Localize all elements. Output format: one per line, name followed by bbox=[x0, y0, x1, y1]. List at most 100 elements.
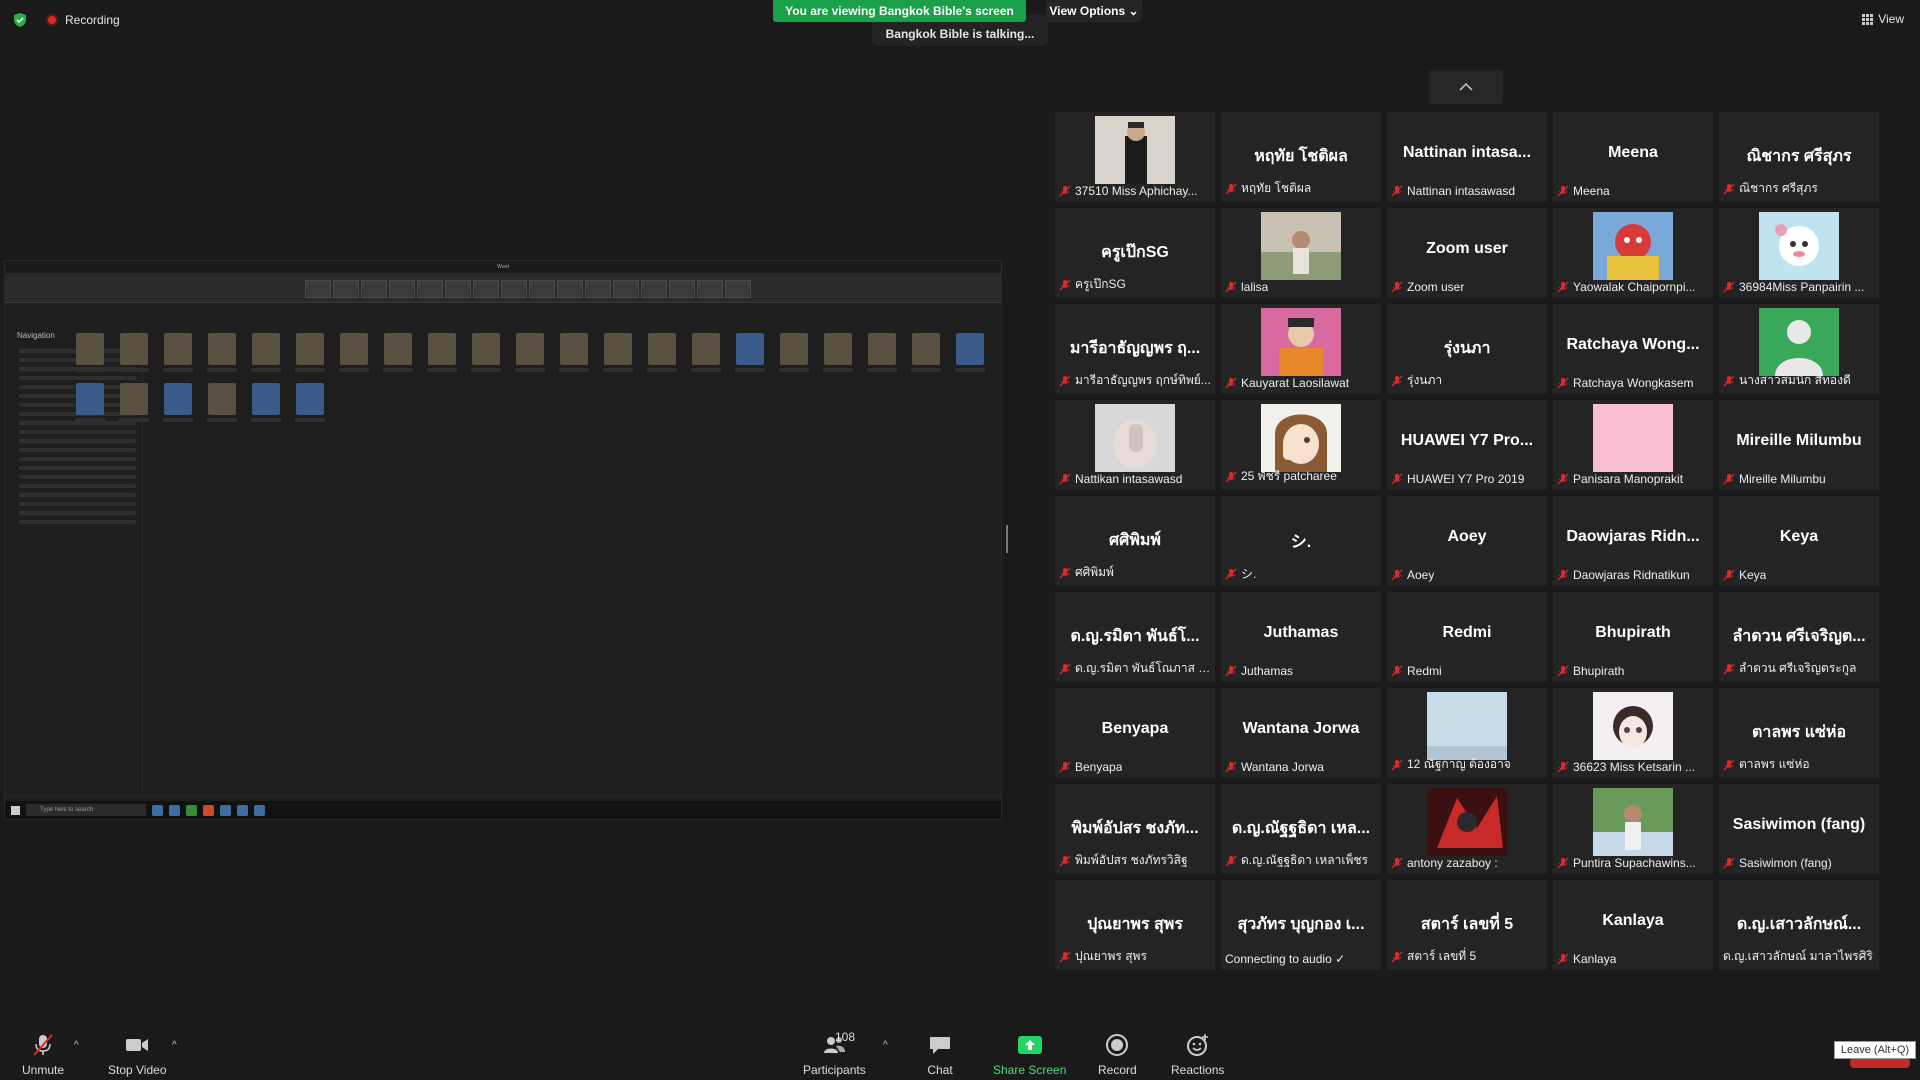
microphone-muted-icon bbox=[1059, 663, 1071, 674]
participant-name: Puntira Supachawins... bbox=[1573, 856, 1696, 870]
participant-tile[interactable]: ปุณยาพร สุพร ปุณยาพร สุพร bbox=[1055, 880, 1215, 970]
participant-tile[interactable]: 37510 Miss Aphichay... bbox=[1055, 112, 1215, 202]
participant-name: พิมพ์อัปสร ชงภัทรวิสิฐ bbox=[1075, 853, 1188, 867]
microphone-muted-icon bbox=[1723, 473, 1735, 485]
participant-tile[interactable]: ครูเป๊กSG ครูเป๊กSG bbox=[1055, 208, 1215, 298]
participant-name-bar: ครูเป๊กSG bbox=[1059, 275, 1211, 294]
participant-tile[interactable]: Aoey Aoey bbox=[1387, 496, 1547, 586]
participant-name: ศศิพิมพ์ bbox=[1075, 565, 1114, 579]
participant-name-bar: รุ่งนภา bbox=[1391, 371, 1543, 390]
participant-tile[interactable]: นางสาวสมนึก สีทองดี bbox=[1719, 304, 1879, 394]
participant-name: ณิชากร ศรีสุภร bbox=[1739, 181, 1818, 195]
participant-tile[interactable]: Juthamas Juthamas bbox=[1221, 592, 1381, 682]
participant-tile[interactable]: ตาลพร แซ่ห่อ ตาลพร แซ่ห่อ bbox=[1719, 688, 1879, 778]
chevron-up-icon[interactable]: ^ bbox=[172, 1040, 177, 1051]
participant-tile[interactable]: พิมพ์อัปสร ชงภัท... พิมพ์อัปสร ชงภัทรวิสิ… bbox=[1055, 784, 1215, 874]
view-button[interactable]: View bbox=[1862, 12, 1904, 26]
participant-name: ด.ญ.เสาวลักษณ์ มาลาไพรศิริ bbox=[1723, 949, 1873, 963]
participant-tile[interactable]: Panisara Manoprakit bbox=[1553, 400, 1713, 490]
shield-icon[interactable] bbox=[12, 12, 28, 28]
participant-name-bar: antony zazaboy : bbox=[1391, 856, 1543, 870]
participant-name: 25 พัชรี patcharee bbox=[1241, 469, 1337, 483]
chevron-up-icon[interactable]: ^ bbox=[74, 1040, 79, 1051]
shared-screen[interactable]: Word Navigation Type here to search bbox=[4, 260, 1002, 820]
participant-name: 36984Miss Panpairin ... bbox=[1739, 280, 1865, 294]
microphone-muted-icon bbox=[1225, 281, 1237, 293]
participant-tile[interactable]: 25 พัชรี patcharee bbox=[1221, 400, 1381, 490]
chevron-up-icon[interactable]: ^ bbox=[883, 1040, 888, 1051]
participant-tile[interactable]: สุวภัทร บุญกอง เ... Connecting to audio ✓ bbox=[1221, 880, 1381, 970]
leave-tooltip: Leave (Alt+Q) bbox=[1834, 1041, 1916, 1059]
reactions-button[interactable]: Reactions bbox=[1171, 1032, 1224, 1077]
participant-tile[interactable]: Daowjaras Ridn... Daowjaras Ridnatikun bbox=[1553, 496, 1713, 586]
participant-tile[interactable]: รุ่งนภา รุ่งนภา bbox=[1387, 304, 1547, 394]
participant-tile[interactable]: 36984Miss Panpairin ... bbox=[1719, 208, 1879, 298]
participant-tile[interactable]: Bhupirath Bhupirath bbox=[1553, 592, 1713, 682]
leave-button[interactable] bbox=[1850, 1058, 1910, 1068]
participant-tile[interactable]: Sasiwimon (fang) Sasiwimon (fang) bbox=[1719, 784, 1879, 874]
participant-tile[interactable]: Zoom user Zoom user bbox=[1387, 208, 1547, 298]
participant-name-bar: ตาลพร แซ่ห่อ bbox=[1723, 755, 1875, 774]
microphone-muted-icon bbox=[1557, 569, 1569, 581]
microphone-muted-icon bbox=[1557, 857, 1569, 869]
participant-tile[interactable]: ด.ญ.รมิตา พันธ์โ... ด.ญ.รมิตา พันธ์โณภาส … bbox=[1055, 592, 1215, 682]
participant-tile[interactable]: Mireille Milumbu Mireille Milumbu bbox=[1719, 400, 1879, 490]
split-divider-handle[interactable] bbox=[1006, 525, 1008, 553]
participant-tile[interactable]: 12 ณัฐกาญ ต้องอาจ bbox=[1387, 688, 1547, 778]
unmute-button[interactable]: Unmute bbox=[22, 1032, 64, 1077]
participant-name-bar: Nattikan intasawasd bbox=[1059, 472, 1211, 486]
participant-tile[interactable]: ด.ญ.ณัฐฐธิดา เหล... ด.ญ.ณัฐฐธิดา เหลาเพ็ช… bbox=[1221, 784, 1381, 874]
participant-tile[interactable]: มารีอาธัญญพร ฤ... มารีอาธัญญพร ฤกษ์ทิพย์.… bbox=[1055, 304, 1215, 394]
participant-tile[interactable]: Kauyarat Laosilawat bbox=[1221, 304, 1381, 394]
participant-tile[interactable]: Benyapa Benyapa bbox=[1055, 688, 1215, 778]
participant-tile[interactable]: HUAWEI Y7 Pro... HUAWEI Y7 Pro 2019 bbox=[1387, 400, 1547, 490]
participant-tile[interactable]: หฤทัย โชติผล หฤทัย โชติผล bbox=[1221, 112, 1381, 202]
participant-tile[interactable]: Kanlaya Kanlaya bbox=[1553, 880, 1713, 970]
participant-name: หฤทัย โชติผล bbox=[1241, 181, 1312, 195]
microphone-muted-icon bbox=[1557, 665, 1569, 677]
participant-name-bar: ณิชากร ศรีสุภร bbox=[1723, 179, 1875, 198]
participant-tile[interactable]: Ratchaya Wong... Ratchaya Wongkasem bbox=[1553, 304, 1713, 394]
participant-gallery: 37510 Miss Aphichay... หฤทัย โชติผล หฤทัย … bbox=[1055, 112, 1879, 970]
participant-tile[interactable]: ลำดวน ศรีเจริญต... ลำดวน ศรีเจริญตระกูล bbox=[1719, 592, 1879, 682]
microphone-muted-icon bbox=[1059, 855, 1071, 866]
participant-name-bar: สตาร์ เลขที่ 5 bbox=[1391, 947, 1543, 966]
participant-tile[interactable]: ณิชากร ศรีสุภร ณิชากร ศรีสุภร bbox=[1719, 112, 1879, 202]
participant-tile[interactable]: 36623 Miss Ketsarin ... bbox=[1553, 688, 1713, 778]
microphone-muted-icon bbox=[1557, 377, 1569, 389]
participant-tile[interactable]: Redmi Redmi bbox=[1387, 592, 1547, 682]
participant-name: Yaowalak Chaipornpi... bbox=[1573, 280, 1696, 294]
share-screen-button[interactable]: Share Screen bbox=[993, 1032, 1066, 1077]
microphone-muted-icon bbox=[1391, 665, 1403, 677]
participant-name-bar: Keya bbox=[1723, 568, 1875, 582]
chevron-up-icon bbox=[1459, 82, 1473, 91]
chat-button[interactable]: Chat bbox=[927, 1032, 953, 1077]
participant-tile[interactable]: Nattinan intasa... Nattinan intasawasd bbox=[1387, 112, 1547, 202]
participant-name-bar: lalisa bbox=[1225, 280, 1377, 294]
participant-tile[interactable]: ศศิพิมพ์ ศศิพิมพ์ bbox=[1055, 496, 1215, 586]
participant-tile[interactable]: Nattikan intasawasd bbox=[1055, 400, 1215, 490]
microphone-muted-icon bbox=[33, 1034, 53, 1056]
app-icon bbox=[237, 804, 248, 816]
microphone-muted-icon bbox=[1059, 951, 1071, 962]
recording-indicator[interactable]: Recording bbox=[46, 13, 120, 27]
participant-tile[interactable]: シ. シ. bbox=[1221, 496, 1381, 586]
participant-tile[interactable]: สตาร์ เลขที่ 5 สตาร์ เลขที่ 5 bbox=[1387, 880, 1547, 970]
participant-name: Nattikan intasawasd bbox=[1075, 472, 1183, 486]
participant-tile[interactable]: lalisa bbox=[1221, 208, 1381, 298]
scroll-up-button[interactable] bbox=[1429, 70, 1503, 104]
participant-video bbox=[1095, 116, 1175, 184]
participant-tile[interactable]: Yaowalak Chaipornpi... bbox=[1553, 208, 1713, 298]
view-options-button[interactable]: View Options ⌄ bbox=[1046, 0, 1142, 22]
participant-tile[interactable]: Puntira Supachawins... bbox=[1553, 784, 1713, 874]
stop-video-button[interactable]: Stop Video bbox=[108, 1032, 167, 1077]
participant-tile[interactable]: Meena Meena bbox=[1553, 112, 1713, 202]
participants-button[interactable]: 108 Participants bbox=[803, 1030, 866, 1077]
participant-tile[interactable]: Keya Keya bbox=[1719, 496, 1879, 586]
participant-tile[interactable]: Wantana Jorwa Wantana Jorwa bbox=[1221, 688, 1381, 778]
participant-display-name: Benyapa bbox=[1101, 720, 1169, 737]
participant-tile[interactable]: antony zazaboy : bbox=[1387, 784, 1547, 874]
chat-icon bbox=[930, 1037, 950, 1054]
record-button[interactable]: Record bbox=[1098, 1032, 1137, 1077]
participant-tile[interactable]: ด.ญ.เสาวลักษณ์... ด.ญ.เสาวลักษณ์ มาลาไพรศ… bbox=[1719, 880, 1879, 970]
